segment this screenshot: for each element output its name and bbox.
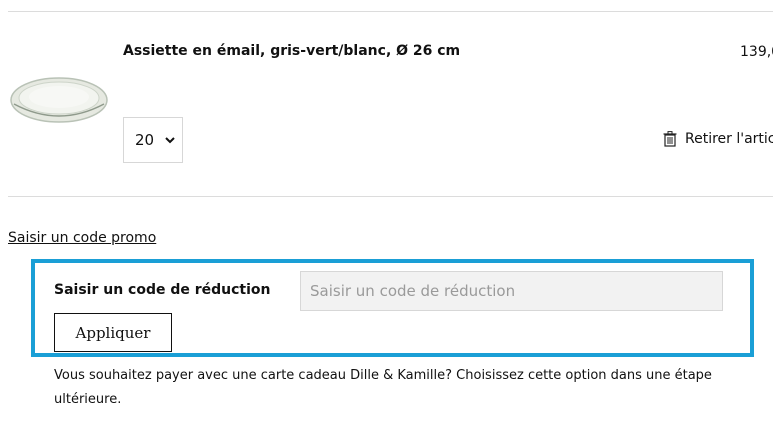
divider-top (8, 11, 773, 12)
quantity-value: 20 (135, 131, 155, 149)
chevron-down-icon (165, 137, 175, 144)
discount-code-label: Saisir un code de réduction (54, 282, 271, 298)
apply-button[interactable]: Appliquer (54, 313, 172, 352)
product-image-plate[interactable] (8, 70, 110, 126)
gift-card-note: Vous souhaitez payer avec une carte cade… (54, 368, 712, 407)
remove-item-button[interactable]: Retirer l'artic (663, 131, 773, 147)
trash-icon (663, 131, 677, 147)
quantity-select[interactable]: 20 (123, 117, 183, 163)
discount-code-input[interactable] (300, 271, 723, 311)
product-name[interactable]: Assiette en émail, gris-vert/blanc, Ø 26… (123, 43, 460, 59)
remove-item-label: Retirer l'artic (685, 131, 773, 147)
promo-code-link[interactable]: Saisir un code promo (8, 230, 156, 246)
divider-middle (8, 196, 773, 197)
product-price: 139,0 (740, 44, 773, 60)
cart-page: Assiette en émail, gris-vert/blanc, Ø 26… (0, 0, 773, 436)
